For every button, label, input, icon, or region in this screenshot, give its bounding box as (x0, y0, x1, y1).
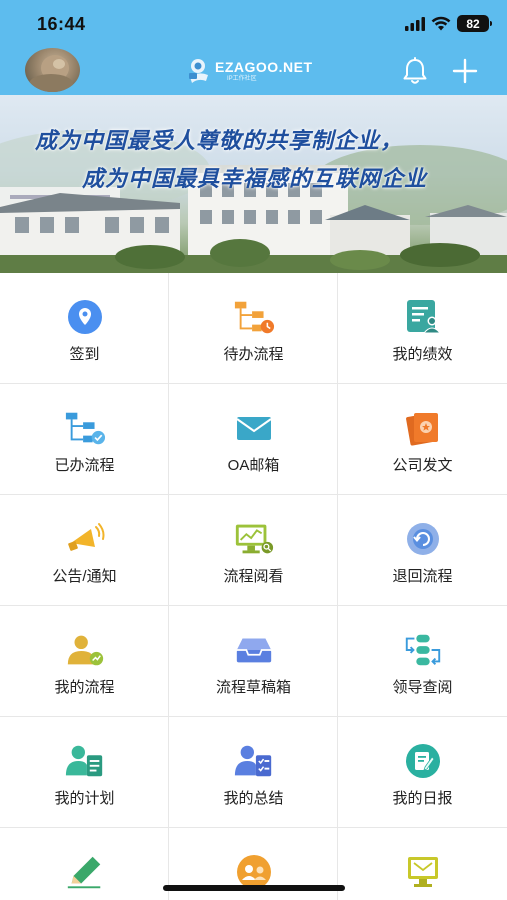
logo-subtext: IP工作社区 (227, 76, 257, 82)
pencil-icon (67, 856, 101, 889)
menu-item-label: 我的流程 (54, 679, 115, 696)
menu-item-process-reading[interactable]: 流程阅看 (169, 495, 338, 606)
home-indicator[interactable] (163, 885, 345, 891)
return-circle-icon (407, 523, 439, 555)
menu-item-label: 领导查阅 (392, 679, 453, 696)
menu-item-label: 已办流程 (54, 457, 115, 474)
logo-mark-icon (189, 59, 208, 83)
menu-item-returned-process[interactable]: 退回流程 (338, 495, 507, 606)
flowchart-clock-icon (234, 301, 275, 334)
menu-item-label: 我的日报 (392, 790, 453, 807)
menu-item-label: 流程阅看 (223, 568, 284, 585)
menu-item-done-process[interactable]: 已办流程 (0, 384, 169, 495)
monitor-mail-icon (408, 857, 438, 887)
battery-indicator: 82 (457, 15, 492, 32)
performance-doc-icon (407, 300, 442, 334)
status-icons: 82 (405, 15, 492, 32)
menu-item-process-drafts[interactable]: 流程草稿箱 (169, 606, 338, 717)
menu-item-label: 公司发文 (392, 457, 453, 474)
plus-icon (452, 58, 478, 84)
monitor-chart-icon (235, 524, 274, 554)
inbox-tray-icon (236, 638, 272, 663)
notification-button[interactable] (402, 57, 428, 90)
signal-icon (405, 16, 425, 31)
app-root: 16:44 82 EZAGOO.NET IP工作社区 成为中国最受人尊敬的共享制… (0, 0, 507, 900)
bell-icon (403, 57, 427, 84)
menu-item-label: 签到 (69, 346, 100, 363)
menu-item-label: 待办流程 (223, 346, 284, 363)
flowchart-check-icon (65, 412, 106, 445)
menu-item-leader-review[interactable]: 领导查阅 (338, 606, 507, 717)
user-summary-icon (234, 745, 272, 777)
banner[interactable]: 成为中国最受人尊敬的共享制企业， 成为中国最具幸福感的互联网企业 (0, 95, 507, 273)
menu-item-oa-mailbox[interactable]: OA邮箱 (169, 384, 338, 495)
menu-item-my-performance[interactable]: 我的绩效 (338, 273, 507, 384)
menu-item-label: OA邮箱 (227, 457, 280, 474)
banner-slogan-line2: 成为中国最具幸福感的互联网企业 (82, 166, 428, 191)
wifi-icon (431, 16, 451, 31)
review-arrows-icon (405, 634, 441, 666)
menu-item-daily-report[interactable]: 我的日报 (338, 717, 507, 828)
menu-item-monitor-mail[interactable] (338, 828, 507, 900)
app-logo: EZAGOO.NET IP工作社区 (186, 57, 313, 85)
megaphone-icon (68, 523, 105, 551)
user-plan-icon (65, 745, 103, 777)
logo-text: EZAGOO.NET (215, 59, 313, 75)
document-seal-icon (406, 413, 438, 446)
menu-item-announcement[interactable]: 公告/通知 (0, 495, 169, 606)
avatar-image (29, 55, 73, 92)
menu-item-label: 公告/通知 (52, 568, 117, 585)
menu-item-write[interactable] (0, 828, 169, 900)
menu-item-label: 我的计划 (54, 790, 115, 807)
status-bar: 16:44 82 (0, 0, 507, 46)
status-time: 16:44 (37, 14, 86, 34)
menu-item-label: 我的绩效 (392, 346, 453, 363)
battery-level: 82 (466, 16, 480, 31)
location-pin-icon (68, 300, 102, 334)
menu-item-my-process[interactable]: 我的流程 (0, 606, 169, 717)
header-bar: 16:44 82 EZAGOO.NET IP工作社区 (0, 0, 507, 95)
mail-icon (236, 417, 272, 440)
add-button[interactable] (451, 57, 479, 90)
menu-item-my-plan[interactable]: 我的计划 (0, 717, 169, 828)
menu-item-company-document[interactable]: 公司发文 (338, 384, 507, 495)
menu-item-label: 退回流程 (392, 568, 453, 585)
menu-item-pending-process[interactable]: 待办流程 (169, 273, 338, 384)
menu-item-checkin[interactable]: 签到 (0, 273, 169, 384)
daily-report-icon (406, 744, 440, 778)
user-process-icon (67, 635, 104, 666)
menu-item-my-summary[interactable]: 我的总结 (169, 717, 338, 828)
menu-item-label: 我的总结 (223, 790, 284, 807)
user-avatar[interactable] (25, 48, 80, 92)
banner-slogan-line1: 成为中国最受人尊敬的共享制企业， (35, 128, 404, 153)
menu-item-label: 流程草稿箱 (215, 679, 291, 696)
